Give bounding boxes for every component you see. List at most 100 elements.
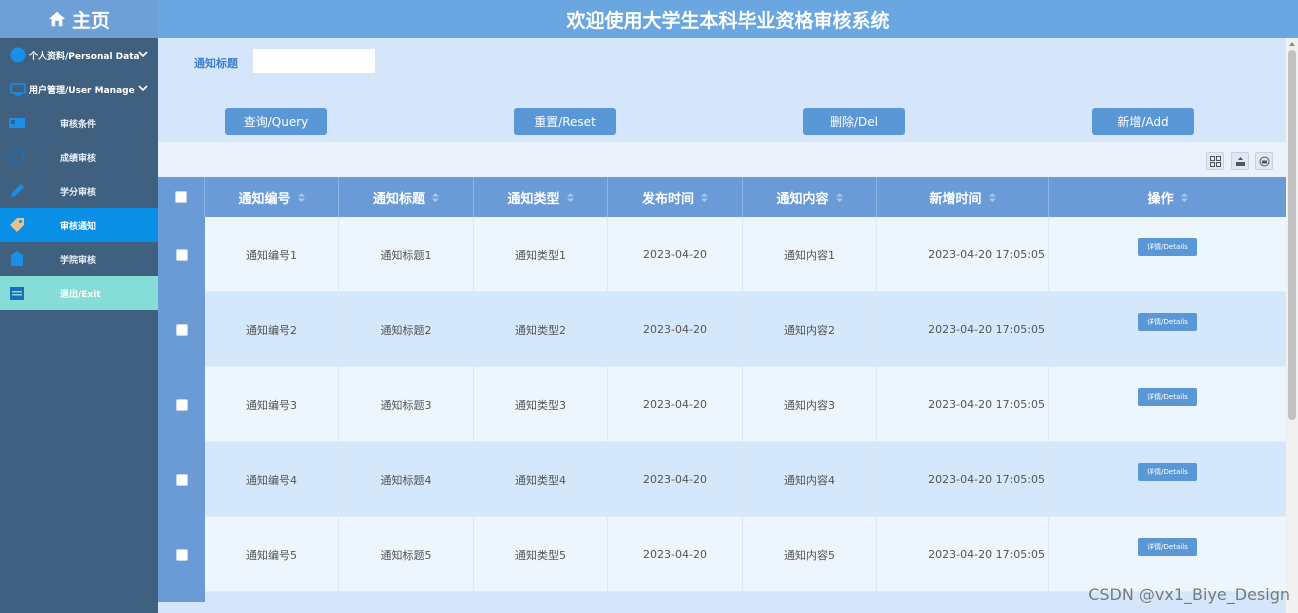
search-input[interactable]: [253, 49, 375, 73]
cell-created-time: 2023-04-20 17:05:05: [877, 367, 1049, 442]
column-header[interactable]: 通知标题: [339, 177, 474, 217]
row-select-cell: [158, 517, 205, 592]
row-checkbox[interactable]: [175, 323, 188, 336]
cell-publish-time: 2023-04-20: [608, 367, 743, 442]
column-header[interactable]: 通知内容: [743, 177, 877, 217]
reset-button[interactable]: 重置/Reset: [514, 108, 616, 135]
table-row: 通知编号5 通知标题5 通知类型5 2023-04-20 通知内容5 2023-…: [158, 517, 1286, 592]
chevron-down-icon: [138, 85, 148, 92]
row-select-cell: [158, 292, 205, 367]
table-row: 通知编号3 通知标题3 通知类型3 2023-04-20 通知内容3 2023-…: [158, 367, 1286, 442]
sidebar-item-credit-audit[interactable]: 学分审核: [0, 174, 158, 208]
scrollbar-thumb[interactable]: [1288, 50, 1296, 420]
row-select-cell: [158, 442, 205, 517]
sort-icon: [297, 192, 305, 202]
export-icon: [1235, 156, 1245, 166]
table-row: 通知编号4 通知标题4 通知类型4 2023-04-20 通知内容4 2023-…: [158, 442, 1286, 517]
cell-created-time: 2023-04-20 17:05:05: [877, 442, 1049, 517]
cell-notice-type: 通知类型3: [474, 367, 608, 442]
cell-notice-type: 通知类型1: [474, 217, 608, 292]
row-checkbox[interactable]: [175, 398, 188, 411]
add-button[interactable]: 新增/Add: [1092, 108, 1194, 135]
select-all-checkbox[interactable]: [175, 191, 187, 203]
cell-notice-type: 通知类型4: [474, 442, 608, 517]
sidebar-item-audit-notice[interactable]: 审核通知: [0, 208, 158, 242]
globe-icon: [10, 47, 26, 63]
search-label: 通知标题: [194, 57, 238, 70]
page-header: 欢迎使用大学生本科毕业资格审核系统: [158, 0, 1298, 38]
cell-notice-content: 通知内容1: [743, 217, 877, 292]
details-button[interactable]: 详情/Details: [1138, 387, 1197, 406]
column-header-label: 发布时间: [641, 191, 694, 207]
sort-icon: [1180, 192, 1188, 202]
sidebar-item-college-audit[interactable]: 学院审核: [0, 242, 158, 276]
cell-publish-time: 2023-04-20: [608, 217, 743, 292]
row-checkbox[interactable]: [175, 473, 188, 486]
column-header[interactable]: 新增时间: [877, 177, 1049, 217]
row-checkbox[interactable]: [175, 548, 188, 561]
column-header-label: 新增时间: [929, 191, 982, 207]
sidebar-item-audit-conditions[interactable]: 审核条件: [0, 106, 158, 140]
sidebar-item-score-audit[interactable]: 成绩审核: [0, 140, 158, 174]
column-header-label: 通知内容: [776, 191, 829, 207]
globe-outline-icon: [9, 149, 25, 165]
group-label: 用户管理/User Manage: [29, 85, 135, 96]
cell-actions: 详情/Details: [1049, 517, 1286, 592]
cell-notice-content: 通知内容3: [743, 367, 877, 442]
cell-notice-content: 通知内容2: [743, 292, 877, 367]
sidebar-item-label: 审核通知: [60, 222, 97, 232]
cell-created-time: 2023-04-20 17:05:05: [877, 217, 1049, 292]
cell-actions: 详情/Details: [1049, 217, 1286, 292]
cell-publish-time: 2023-04-20: [608, 292, 743, 367]
cell-actions: 详情/Details: [1049, 442, 1286, 517]
delete-button[interactable]: 删除/Del: [803, 108, 905, 135]
column-header[interactable]: 发布时间: [608, 177, 743, 217]
details-button[interactable]: 详情/Details: [1138, 237, 1197, 256]
details-button[interactable]: 详情/Details: [1138, 537, 1197, 556]
notice-table: 通知编号 通知标题 通知类型 发布时间 通知内容 新增时间 操作 通知编号1 通…: [158, 177, 1286, 602]
cell-notice-title: 通知标题2: [339, 292, 474, 367]
scroll-up-arrow-icon[interactable]: [1289, 41, 1295, 47]
table-header: 通知编号 通知标题 通知类型 发布时间 通知内容 新增时间 操作: [158, 177, 1286, 217]
sort-icon: [835, 192, 843, 202]
column-header-label: 通知标题: [372, 191, 425, 207]
column-header[interactable]: 操作: [1049, 177, 1286, 217]
sidebar-group-user-manage[interactable]: 用户管理/User Manage: [0, 72, 158, 106]
sidebar-item-label: 成绩审核: [60, 154, 97, 164]
sort-icon: [988, 192, 996, 202]
monitor-icon: [10, 83, 26, 96]
cell-notice-content: 通知内容5: [743, 517, 877, 592]
sidebar-home[interactable]: 主页: [0, 0, 158, 38]
cell-created-time: 2023-04-20 17:05:05: [877, 517, 1049, 592]
main-content: 通知标题 查询/Query 重置/Reset 删除/Del 新增/Add 通知编…: [158, 38, 1286, 613]
sidebar-item-label: 退出/Exit: [60, 290, 101, 300]
vertical-scrollbar[interactable]: [1286, 38, 1298, 613]
cell-notice-no: 通知编号1: [205, 217, 339, 292]
tag-icon: [10, 218, 24, 232]
details-button[interactable]: 详情/Details: [1138, 312, 1197, 331]
watermark: CSDN @vx1_Biye_Design: [1088, 585, 1290, 604]
sidebar-group-personal-data[interactable]: 个人资料/Personal Data: [0, 38, 158, 72]
column-header[interactable]: 通知类型: [474, 177, 608, 217]
row-select-cell: [158, 367, 205, 442]
export-button[interactable]: [1231, 152, 1249, 170]
print-button[interactable]: [1255, 152, 1273, 170]
cell-notice-no: 通知编号3: [205, 367, 339, 442]
column-header[interactable]: 通知编号: [205, 177, 339, 217]
details-button[interactable]: 详情/Details: [1138, 462, 1197, 481]
row-select-cell: [158, 592, 205, 602]
home-label: 主页: [71, 9, 110, 32]
print-icon: [1259, 156, 1269, 166]
row-checkbox[interactable]: [175, 248, 188, 261]
column-toggle-button[interactable]: [1206, 152, 1224, 170]
group-label: 个人资料/Personal Data: [29, 51, 140, 62]
query-button[interactable]: 查询/Query: [225, 108, 327, 135]
cell-notice-title: 通知标题5: [339, 517, 474, 592]
cell-notice-type: 通知类型5: [474, 517, 608, 592]
sidebar-item-exit[interactable]: 退出/Exit: [0, 276, 158, 310]
row-select-cell: [158, 217, 205, 292]
sort-icon: [432, 192, 439, 202]
cell-notice-no: 通知编号4: [205, 442, 339, 517]
column-header-label: 操作: [1147, 191, 1174, 207]
cell-notice-title: 通知标题4: [339, 442, 474, 517]
